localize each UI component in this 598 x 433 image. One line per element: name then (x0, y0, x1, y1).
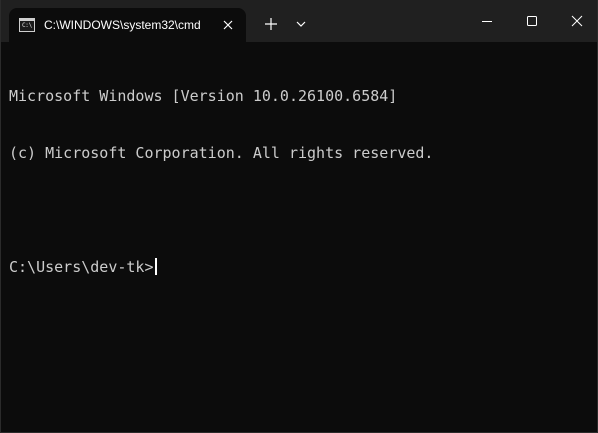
plus-icon (265, 18, 277, 30)
tab-cmd[interactable]: C:\ C:\WINDOWS\system32\cmd (9, 8, 246, 42)
new-tab-button[interactable] (263, 16, 279, 32)
maximize-icon (527, 16, 537, 26)
chevron-down-icon (296, 21, 306, 27)
minimize-button[interactable] (464, 0, 510, 42)
terminal-line: (c) Microsoft Corporation. All rights re… (9, 144, 434, 162)
tab-icon-label: C:\ (22, 22, 32, 29)
tab-dropdown-button[interactable] (293, 16, 309, 32)
terminal-output[interactable]: Microsoft Windows [Version 10.0.26100.65… (9, 49, 591, 432)
maximize-button[interactable] (509, 0, 555, 42)
terminal-window: C:\ C:\WINDOWS\system32\cmd Microsoft Wi… (0, 0, 598, 433)
minimize-icon (482, 21, 492, 22)
close-icon (223, 20, 233, 30)
command-prompt-icon: C:\ (19, 18, 35, 32)
prompt-text: C:\Users\dev-tk> (9, 258, 154, 276)
title-bar[interactable]: C:\ C:\WINDOWS\system32\cmd (1, 0, 597, 42)
text-cursor (154, 258, 157, 275)
tab-close-button[interactable] (219, 16, 237, 34)
tab-title: C:\WINDOWS\system32\cmd (44, 18, 201, 32)
close-window-button[interactable] (554, 0, 597, 42)
close-icon (571, 15, 583, 27)
prompt-line[interactable]: C:\Users\dev-tk> (9, 258, 591, 277)
terminal-line: Microsoft Windows [Version 10.0.26100.65… (9, 87, 398, 105)
